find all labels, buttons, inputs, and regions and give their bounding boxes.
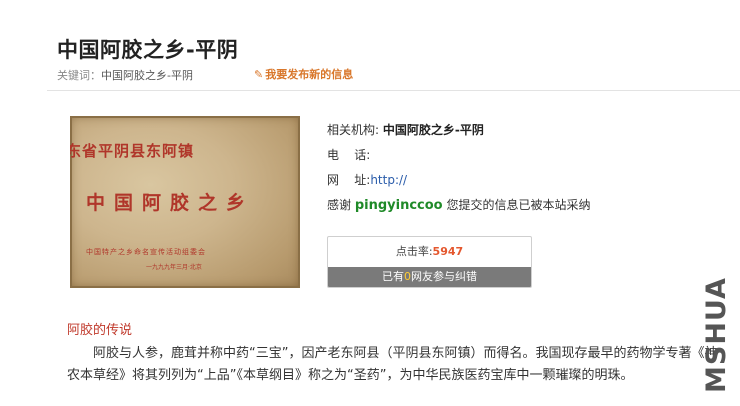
header-divider	[47, 90, 740, 91]
phone-label: 电 话:	[327, 148, 371, 162]
click-rate: 点击率:5947	[328, 237, 531, 267]
org-label: 相关机构:	[327, 123, 383, 137]
correction-suffix: 网友参与纠错	[411, 270, 477, 283]
plaque-sub-text: 中国特产之乡命名宣传活动组委会	[86, 248, 206, 256]
org-value: 中国阿胶之乡-平阴	[382, 123, 484, 137]
website-row: 网 址:http://	[327, 171, 407, 188]
plaque-main-text: 中国阿胶之乡	[86, 192, 255, 214]
thanks-suffix: 您提交的信息已被本站采纳	[442, 198, 591, 212]
publish-link-label: 我要发布新的信息	[265, 68, 354, 81]
keywords-value[interactable]: 中国阿胶之乡-平阴	[101, 69, 193, 82]
website-label: 网 址:	[327, 173, 371, 187]
plaque-date-text: 一九九九年三月·北京	[146, 264, 202, 271]
page-title: 中国阿胶之乡-平阴	[57, 38, 239, 62]
phone-row: 电 话:	[327, 146, 370, 163]
click-rate-value: 5947	[432, 245, 464, 258]
username-link[interactable]: pingyinccoo	[355, 198, 443, 213]
correction-prefix: 已有	[382, 270, 404, 283]
thanks-row: 感谢 pingyinccoo 您提交的信息已被本站采纳	[327, 196, 590, 213]
plaque-top-text: 东省平阴县东阿镇	[70, 142, 195, 160]
org-row: 相关机构: 中国阿胶之乡-平阴	[327, 121, 484, 138]
click-stats-box: 点击率:5947 已有0网友参与纠错	[327, 236, 532, 288]
publish-new-info-link[interactable]: ✎ 我要发布新的信息	[254, 66, 353, 82]
correction-count: 0	[404, 270, 411, 283]
correction-button[interactable]: 已有0网友参与纠错	[328, 267, 531, 287]
thanks-prefix: 感谢	[327, 198, 355, 212]
article-body: 阿胶与人参，鹿茸并称中药“三宝”，因产老东阿县（平阴县东阿镇）而得名。我国现存最…	[67, 346, 718, 383]
plaque-image: 东省平阴县东阿镇 中国阿胶之乡 中国特产之乡命名宣传活动组委会 一九九九年三月·…	[70, 116, 300, 288]
article-heading: 阿胶的传说	[67, 323, 133, 338]
watermark-text: MSHUA	[701, 277, 732, 393]
website-link[interactable]: http://	[370, 173, 407, 187]
keywords-label: 关键词：	[57, 69, 101, 82]
keywords-line: 关键词：中国阿胶之乡-平阴	[57, 67, 193, 83]
click-rate-label: 点击率:	[395, 245, 433, 258]
pencil-icon: ✎	[254, 68, 264, 81]
